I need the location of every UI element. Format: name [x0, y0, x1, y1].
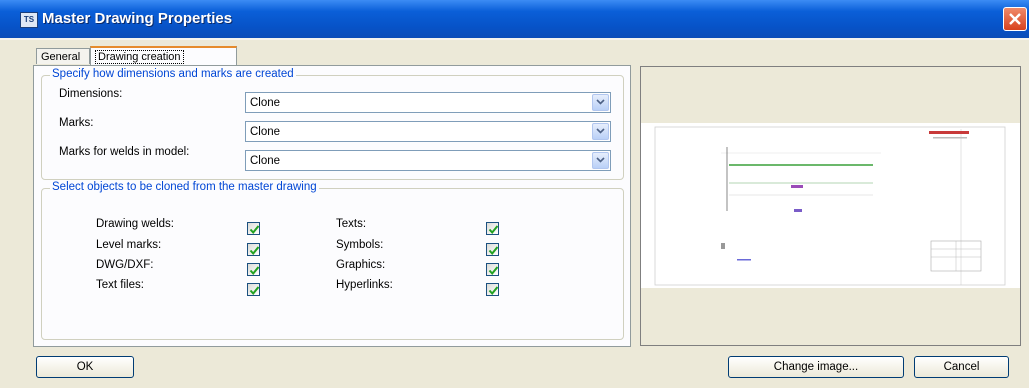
dwg-dxf-checkbox[interactable]	[247, 263, 260, 276]
text-files-label: Text files:	[96, 279, 144, 291]
dimensions-marks-group-title: Specify how dimensions and marks are cre…	[50, 68, 296, 80]
level-marks-label: Level marks:	[96, 239, 162, 251]
master-drawing-properties-dialog: TS Master Drawing Properties General Dra…	[0, 0, 1029, 388]
tab-general[interactable]: General	[36, 48, 90, 64]
cancel-button[interactable]: Cancel	[914, 356, 1009, 378]
checkmark-icon	[488, 286, 499, 296]
dimensions-dropdown-button[interactable]	[592, 94, 609, 111]
tab-panel: Specify how dimensions and marks are cre…	[33, 65, 631, 347]
app-icon: TS	[20, 12, 38, 28]
close-icon	[1009, 13, 1021, 25]
checkmark-icon	[488, 225, 499, 235]
weld-marks-select-value: Clone	[250, 155, 281, 167]
drawing-preview	[640, 66, 1021, 346]
dimensions-select[interactable]: Clone	[245, 92, 611, 113]
checkmark-icon	[488, 246, 499, 256]
chevron-down-icon	[596, 99, 605, 105]
level-marks-checkbox[interactable]	[247, 243, 260, 256]
symbols-checkbox[interactable]	[486, 243, 499, 256]
marks-select[interactable]: Clone	[245, 121, 611, 142]
text-files-checkbox[interactable]	[247, 283, 260, 296]
title-separator	[0, 38, 1029, 40]
drawing-welds-checkbox[interactable]	[247, 222, 260, 235]
drawing-sketch	[654, 126, 1006, 286]
dimensions-label: Dimensions:	[59, 88, 123, 100]
tab-drawing-creation[interactable]: Drawing creation	[90, 46, 237, 66]
chevron-down-icon	[596, 128, 605, 134]
checkmark-icon	[488, 266, 499, 276]
change-image-button[interactable]: Change image...	[728, 356, 904, 378]
chevron-down-icon	[596, 157, 605, 163]
marks-label: Marks:	[59, 117, 94, 129]
marks-select-value: Clone	[250, 126, 281, 138]
weld-marks-label: Marks for welds in model:	[59, 146, 190, 158]
hyperlinks-checkbox[interactable]	[486, 283, 499, 296]
checkmark-icon	[249, 286, 260, 296]
tab-drawing-creation-label: Drawing creation	[95, 50, 184, 64]
close-button[interactable]	[1003, 7, 1027, 31]
graphics-checkbox[interactable]	[486, 263, 499, 276]
texts-checkbox[interactable]	[486, 222, 499, 235]
checkmark-icon	[249, 246, 260, 256]
weld-marks-dropdown-button[interactable]	[592, 152, 609, 169]
drawing-thumbnail	[641, 123, 1020, 288]
hyperlinks-label: Hyperlinks:	[336, 279, 393, 291]
weld-marks-select[interactable]: Clone	[245, 150, 611, 171]
symbols-label: Symbols:	[336, 239, 384, 251]
window-title: Master Drawing Properties	[42, 10, 233, 27]
checkmark-icon	[249, 225, 260, 235]
texts-label: Texts:	[336, 218, 367, 230]
marks-dropdown-button[interactable]	[592, 123, 609, 140]
checkmark-icon	[249, 266, 260, 276]
dimensions-select-value: Clone	[250, 97, 281, 109]
clone-objects-group-title: Select objects to be cloned from the mas…	[50, 181, 319, 193]
dwg-dxf-label: DWG/DXF:	[96, 259, 154, 271]
ok-button[interactable]: OK	[36, 356, 134, 378]
graphics-label: Graphics:	[336, 259, 386, 271]
drawing-welds-label: Drawing welds:	[96, 218, 174, 230]
title-bar[interactable]: TS Master Drawing Properties	[0, 0, 1029, 38]
